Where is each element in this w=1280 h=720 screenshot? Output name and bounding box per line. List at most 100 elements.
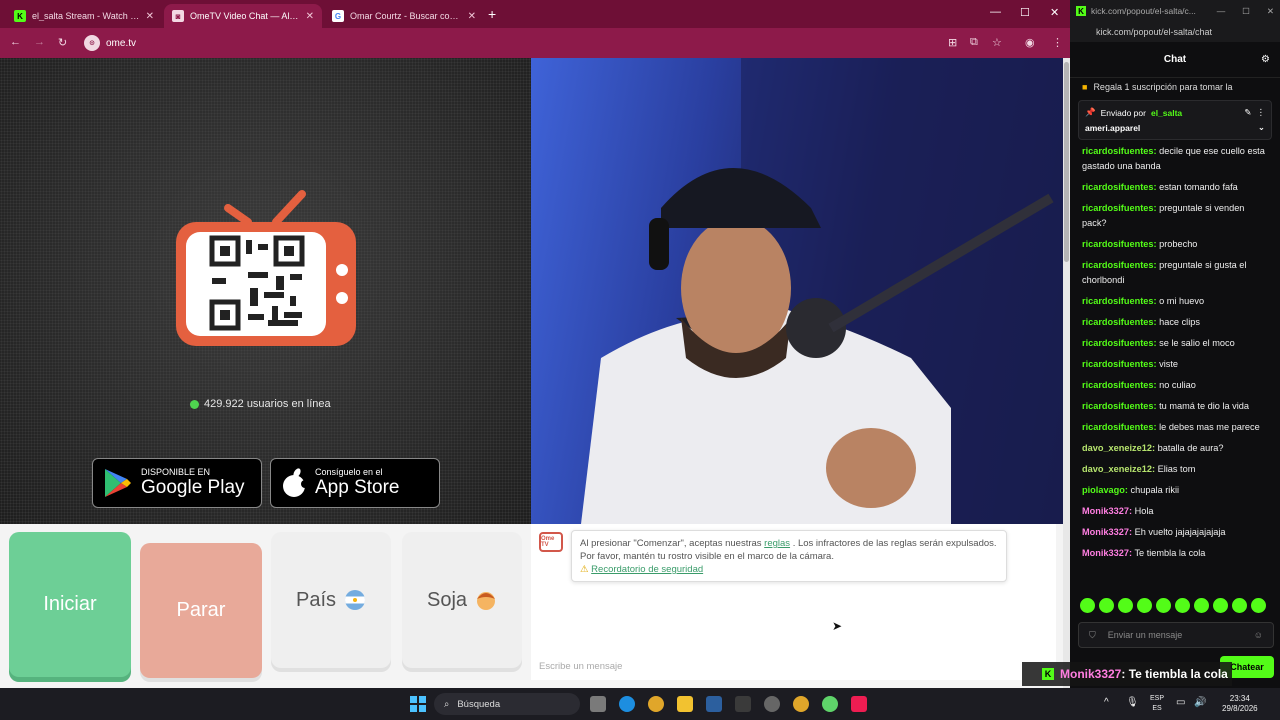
emote-icon[interactable] bbox=[1099, 598, 1114, 613]
translate-icon[interactable]: ⊞ bbox=[948, 36, 957, 49]
chat-username[interactable]: ricardosifuentes: bbox=[1082, 296, 1157, 306]
chat-username[interactable]: ricardosifuentes: bbox=[1082, 422, 1157, 432]
steam-icon[interactable] bbox=[706, 696, 722, 712]
chat-username[interactable]: ricardosifuentes: bbox=[1082, 146, 1157, 156]
chat-username[interactable]: ricardosifuentes: bbox=[1082, 401, 1157, 411]
forward-arrow-icon[interactable]: → bbox=[34, 36, 45, 48]
chat-username[interactable]: ricardosifuentes: bbox=[1082, 260, 1157, 270]
chrome-profile-icon[interactable] bbox=[822, 696, 838, 712]
gender-button[interactable]: Soja bbox=[402, 532, 522, 668]
emote-icon[interactable] bbox=[1251, 598, 1266, 613]
start-button[interactable]: Iniciar bbox=[9, 532, 131, 677]
stop-button[interactable]: Parar bbox=[140, 543, 262, 678]
apple-icon bbox=[283, 468, 307, 497]
edge-icon[interactable] bbox=[619, 696, 635, 712]
emote-icon[interactable] bbox=[1175, 598, 1190, 613]
chat-username[interactable]: davo_xeneize12: bbox=[1082, 443, 1155, 453]
windows-start-icon[interactable] bbox=[410, 696, 426, 712]
chat-username[interactable]: davo_xeneize12: bbox=[1082, 464, 1155, 474]
back-arrow-icon[interactable]: ← bbox=[10, 36, 21, 48]
close-tab-icon[interactable]: ✕ bbox=[468, 11, 476, 22]
task-view-icon[interactable] bbox=[590, 696, 606, 712]
pinned-user[interactable]: el_salta bbox=[1151, 108, 1182, 118]
reload-icon[interactable]: ↻ bbox=[58, 36, 67, 49]
tab-ometv[interactable]: ◙ OmeTV Video Chat — Alter ✕ bbox=[164, 4, 322, 28]
menu-kebab-icon[interactable]: ⋮ bbox=[1052, 36, 1063, 49]
chat-username[interactable]: Monik3327: bbox=[1082, 506, 1132, 516]
chat-username[interactable]: ricardosifuentes: bbox=[1082, 203, 1157, 213]
chat-username[interactable]: ricardosifuentes: bbox=[1082, 239, 1157, 249]
chat-message: ricardosifuentes: no culiao bbox=[1082, 378, 1268, 393]
maximize-icon[interactable]: ☐ bbox=[1242, 6, 1250, 17]
cast-icon[interactable]: ⧉ bbox=[970, 36, 978, 49]
tab-title: el_salta Stream - Watch Live on bbox=[32, 11, 140, 21]
emoji-picker-icon[interactable]: ☺ bbox=[1254, 630, 1263, 640]
scrollbar-thumb[interactable] bbox=[1064, 62, 1069, 262]
maximize-icon[interactable]: ☐ bbox=[1020, 6, 1030, 19]
emote-icon[interactable] bbox=[1080, 598, 1095, 613]
tab-google-search[interactable]: G Omar Courtz - Buscar con Goo ✕ bbox=[324, 4, 484, 28]
address-bar[interactable]: ⊙ ome.tv bbox=[84, 33, 136, 53]
pinned-menu-icon[interactable]: ⋮ bbox=[1257, 107, 1266, 118]
emote-icon[interactable] bbox=[1137, 598, 1152, 613]
network-icon[interactable]: ▭ bbox=[1176, 697, 1185, 708]
chat-username[interactable]: Monik3327: bbox=[1082, 548, 1132, 558]
new-tab-button[interactable]: + bbox=[488, 6, 496, 22]
close-window-icon[interactable]: ✕ bbox=[1050, 6, 1059, 19]
minimize-icon[interactable]: — bbox=[1217, 6, 1226, 16]
chat-username[interactable]: ricardosifuentes: bbox=[1082, 182, 1157, 192]
tab-kick-stream[interactable]: K el_salta Stream - Watch Live on ✕ bbox=[6, 4, 162, 28]
site-info-icon[interactable]: ⊙ bbox=[84, 35, 100, 51]
emote-icon[interactable] bbox=[1232, 598, 1247, 613]
volume-icon[interactable]: 🔊 bbox=[1194, 697, 1206, 708]
chat-input[interactable]: ⛉ Enviar un mensaje ☺ bbox=[1078, 622, 1274, 648]
chat-message: ricardosifuentes: le debes mas me parece bbox=[1082, 420, 1268, 435]
chat-username[interactable]: Monik3327: bbox=[1082, 527, 1132, 537]
kick-window-title: kick.com/popout/el-salta/c... bbox=[1091, 6, 1196, 16]
close-window-icon[interactable]: ✕ bbox=[1267, 6, 1274, 17]
rules-link[interactable]: reglas bbox=[764, 538, 790, 549]
chevron-down-icon[interactable]: ⌄ bbox=[1258, 122, 1265, 133]
chevron-up-icon[interactable]: ^ bbox=[1104, 697, 1109, 708]
emote-icon[interactable] bbox=[1118, 598, 1133, 613]
chat-username[interactable]: ricardosifuentes: bbox=[1082, 359, 1157, 369]
minimize-icon[interactable]: — bbox=[990, 6, 1001, 18]
chat-username[interactable]: ricardosifuentes: bbox=[1082, 380, 1157, 390]
google-play-button[interactable]: DISPONIBLE EN Google Play bbox=[92, 458, 262, 508]
taskbar-search[interactable]: ⌕ Búsqueda bbox=[434, 693, 580, 715]
emote-icon[interactable] bbox=[1194, 598, 1209, 613]
store-icon[interactable] bbox=[735, 696, 751, 712]
message-input[interactable]: Escribe un mensaje bbox=[539, 661, 622, 672]
emote-icon[interactable] bbox=[1156, 598, 1171, 613]
app-store-button[interactable]: Consíguelo en el App Store bbox=[270, 458, 440, 508]
sub-gift-banner[interactable]: ■ Regala 1 suscripción para tomar la bbox=[1070, 78, 1280, 96]
chat-text: probecho bbox=[1159, 239, 1198, 249]
kick-url-bar: kick.com/popout/el-salta/chat bbox=[1070, 22, 1280, 42]
tiktok-icon[interactable] bbox=[851, 696, 867, 712]
chat-message: Monik3327: Eh vuelto jajajajajajaja bbox=[1082, 525, 1268, 540]
chat-text: Eh vuelto jajajajajajaja bbox=[1134, 527, 1226, 537]
chat-settings-icon[interactable]: ⚙ bbox=[1261, 54, 1270, 65]
chat-username[interactable]: ricardosifuentes: bbox=[1082, 317, 1157, 327]
system-clock[interactable]: 23:34 29/8/2026 bbox=[1222, 694, 1258, 714]
chrome-icon[interactable] bbox=[793, 696, 809, 712]
profile-icon[interactable]: ◉ bbox=[1025, 36, 1035, 49]
safety-reminder-link[interactable]: Recordatorio de seguridad bbox=[591, 564, 703, 575]
bookmark-star-icon[interactable]: ☆ bbox=[992, 36, 1002, 49]
language-indicator[interactable]: ESP ES bbox=[1150, 694, 1164, 714]
start-label: Iniciar bbox=[43, 593, 97, 615]
close-tab-icon[interactable]: ✕ bbox=[306, 11, 314, 22]
file-explorer-icon[interactable] bbox=[677, 696, 693, 712]
unpin-icon[interactable]: ✎ bbox=[1244, 107, 1251, 118]
chrome-icon[interactable] bbox=[648, 696, 664, 712]
chat-message: ricardosifuentes: hace clips bbox=[1082, 315, 1268, 330]
partner-video-placeholder: 429.922 usuarios en línea DISPONIBLE EN G… bbox=[0, 58, 531, 524]
microphone-icon[interactable]: 🎙 bbox=[1126, 697, 1139, 708]
github-icon[interactable] bbox=[764, 696, 780, 712]
mouse-cursor-icon: ➤ bbox=[832, 619, 843, 633]
chat-username[interactable]: ricardosifuentes: bbox=[1082, 338, 1157, 348]
chat-username[interactable]: piolavago: bbox=[1082, 485, 1128, 495]
emote-icon[interactable] bbox=[1213, 598, 1228, 613]
country-button[interactable]: País bbox=[271, 532, 391, 668]
close-tab-icon[interactable]: ✕ bbox=[146, 11, 154, 22]
